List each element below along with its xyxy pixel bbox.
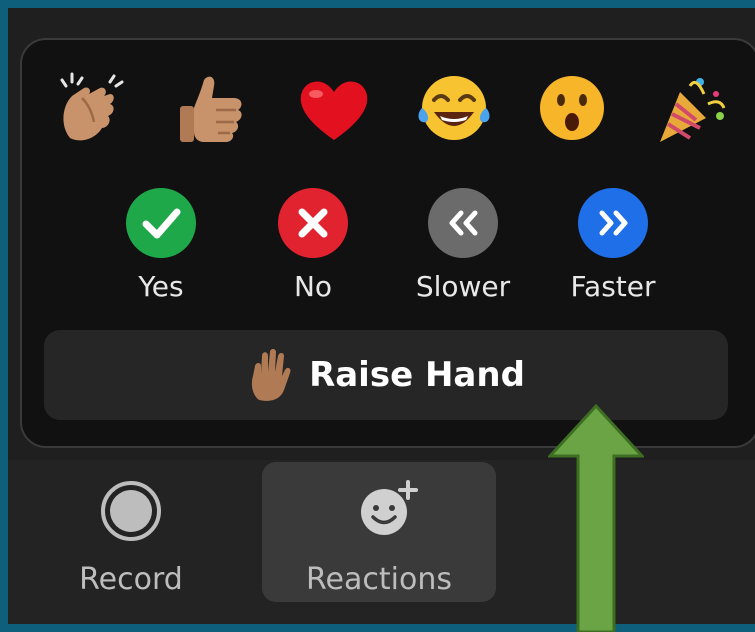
clapping-hands-icon[interactable] xyxy=(52,68,132,148)
slower-label: Slower xyxy=(415,270,511,303)
tears-of-joy-icon[interactable] xyxy=(414,68,494,148)
raise-hand-label: Raise Hand xyxy=(309,355,525,395)
faster-button[interactable]: Faster xyxy=(548,188,678,303)
reactions-smiley-plus-icon xyxy=(356,478,420,538)
slower-button[interactable]: Slower xyxy=(398,188,528,303)
no-button[interactable]: No xyxy=(248,188,378,303)
fast-forward-chevrons-icon xyxy=(578,188,648,258)
no-label: No xyxy=(293,270,333,303)
reactions-label: Reactions xyxy=(306,562,452,597)
yes-check-icon xyxy=(126,188,196,258)
record-button[interactable]: Record xyxy=(56,480,206,600)
surprised-face-icon[interactable] xyxy=(532,68,612,148)
raised-hand-icon xyxy=(247,348,293,402)
feedback-row: Yes No Slower Faster xyxy=(22,188,755,308)
yes-button[interactable]: Yes xyxy=(96,188,226,303)
yes-label: Yes xyxy=(138,270,184,303)
up-arrow-annotation xyxy=(548,404,644,632)
heart-icon[interactable] xyxy=(294,68,374,148)
thumbs-up-icon[interactable] xyxy=(174,68,254,148)
reactions-button[interactable]: Reactions xyxy=(262,462,496,602)
rewind-chevrons-icon xyxy=(428,188,498,258)
record-icon xyxy=(100,480,162,542)
party-popper-icon[interactable] xyxy=(650,68,730,148)
reactions-popup: Yes No Slower Faster Raise Hand xyxy=(20,38,755,448)
record-label: Record xyxy=(79,562,183,597)
faster-label: Faster xyxy=(570,270,656,303)
emoji-reaction-row xyxy=(22,68,755,158)
no-x-icon xyxy=(278,188,348,258)
